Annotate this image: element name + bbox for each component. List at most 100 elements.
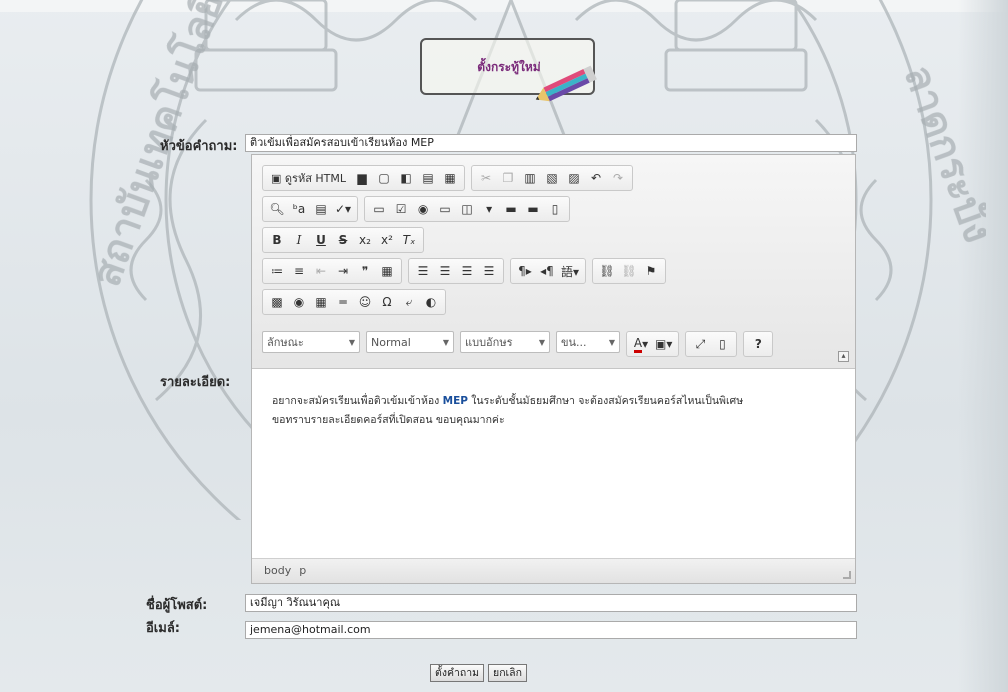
italic-icon[interactable]: I bbox=[289, 230, 309, 250]
chevron-down-icon: ▼ bbox=[538, 337, 545, 347]
content-text: อยากจะสมัครเรียนเพื่อติวเข้มเข้าห้อง bbox=[272, 395, 443, 407]
indent-icon[interactable]: ⇥ bbox=[333, 261, 353, 281]
table-icon[interactable]: ▦ bbox=[311, 292, 331, 312]
align-center-icon[interactable]: ☰ bbox=[435, 261, 455, 281]
right-shadow bbox=[958, 0, 1008, 692]
top-strip bbox=[0, 0, 1008, 12]
subject-label: หัวข้อคำถาม: bbox=[160, 139, 238, 154]
form-icon[interactable]: ▭ bbox=[369, 199, 389, 219]
paste-icon[interactable]: ▥ bbox=[520, 168, 540, 188]
justify-icon[interactable]: ☰ bbox=[479, 261, 499, 281]
blockquote-icon[interactable]: ❞ bbox=[355, 261, 375, 281]
chevron-down-icon: ▼ bbox=[348, 337, 355, 347]
save-icon[interactable]: ▆ bbox=[352, 168, 372, 188]
link-icon[interactable]: ⛓ bbox=[597, 261, 617, 281]
help-button[interactable]: ? bbox=[748, 334, 768, 354]
find-icon[interactable]: 🔍︎ bbox=[267, 199, 287, 219]
chevron-down-icon: ▼ bbox=[442, 337, 449, 347]
align-right-icon[interactable]: ☰ bbox=[457, 261, 477, 281]
radio-icon[interactable]: ◉ bbox=[413, 199, 433, 219]
format-select-value: Normal bbox=[371, 335, 411, 349]
style-select[interactable]: ลักษณะ ▼ bbox=[262, 331, 360, 353]
remove-format-icon[interactable]: Tₓ bbox=[399, 230, 419, 250]
unlink-icon[interactable]: ⛓ bbox=[619, 261, 639, 281]
templates-icon[interactable]: ▦ bbox=[440, 168, 460, 188]
horizontal-rule-icon[interactable]: ═ bbox=[333, 292, 353, 312]
font-select-value: แบบอักษร bbox=[465, 336, 513, 349]
bg-color-icon[interactable]: ▣▾ bbox=[653, 334, 674, 354]
select-all-icon[interactable]: ▤ bbox=[311, 199, 331, 219]
new-page-icon[interactable]: ▢ bbox=[374, 168, 394, 188]
paste-text-icon[interactable]: ▧ bbox=[542, 168, 562, 188]
path-body[interactable]: body bbox=[264, 564, 291, 578]
bulleted-list-icon[interactable]: ≡ bbox=[289, 261, 309, 281]
div-icon[interactable]: ▦ bbox=[377, 261, 397, 281]
language-icon[interactable]: 語▾ bbox=[559, 261, 581, 281]
content-text: ในระดับชั้นมัธยมศึกษา จะต้องสมัครเรียนคอ… bbox=[467, 395, 744, 407]
anchor-icon[interactable]: ⚑ bbox=[641, 261, 661, 281]
redo-icon[interactable]: ↷ bbox=[608, 168, 628, 188]
image-icon[interactable]: ▩ bbox=[267, 292, 287, 312]
copy-icon[interactable]: ❐ bbox=[498, 168, 518, 188]
cancel-button[interactable]: ยกเลิก bbox=[488, 664, 527, 682]
iframe-icon[interactable]: ◐ bbox=[421, 292, 441, 312]
email-input[interactable]: jemena@hotmail.com bbox=[245, 621, 857, 639]
bold-icon[interactable]: B bbox=[267, 230, 287, 250]
select-field-icon[interactable]: ▾ bbox=[479, 199, 499, 219]
content-line-1: อยากจะสมัครเรียนเพื่อติวเข้มเข้าห้อง MEP… bbox=[272, 392, 835, 411]
resize-handle-icon[interactable] bbox=[843, 571, 851, 579]
spellcheck-icon[interactable]: ✓▾ bbox=[333, 199, 353, 219]
undo-icon[interactable]: ↶ bbox=[586, 168, 606, 188]
preview-icon[interactable]: ◧ bbox=[396, 168, 416, 188]
hidden-field-icon[interactable]: ▯ bbox=[545, 199, 565, 219]
superscript-icon[interactable]: x² bbox=[377, 230, 397, 250]
editor-toolbar: ▣ ดูรหัส HTML ▆ ▢ ◧ ▤ ▦ ✂ ❐ ▥ ▧ ▨ ↶ ↷ 🔍︎ bbox=[252, 155, 855, 369]
page-break-icon[interactable]: ⤶ bbox=[399, 292, 419, 312]
print-icon[interactable]: ▤ bbox=[418, 168, 438, 188]
cut-icon[interactable]: ✂ bbox=[476, 168, 496, 188]
collapse-toolbar-icon[interactable]: ▴ bbox=[838, 351, 849, 362]
poster-input[interactable]: เจมีญา วิรัณนาคุณ bbox=[245, 594, 857, 612]
button-field-icon[interactable]: ▬ bbox=[501, 199, 521, 219]
textfield-icon[interactable]: ▭ bbox=[435, 199, 455, 219]
image-button-icon[interactable]: ▬ bbox=[523, 199, 543, 219]
submit-button[interactable]: ตั้งคำถาม bbox=[430, 664, 485, 682]
checkbox-icon[interactable]: ☑ bbox=[391, 199, 411, 219]
rtl-icon[interactable]: ◂¶ bbox=[537, 261, 557, 281]
textarea-icon[interactable]: ◫ bbox=[457, 199, 477, 219]
flash-icon[interactable]: ◉ bbox=[289, 292, 309, 312]
align-left-icon[interactable]: ☰ bbox=[413, 261, 433, 281]
font-select[interactable]: แบบอักษร ▼ bbox=[460, 331, 550, 353]
form-buttons: ตั้งคำถาม ยกเลิก bbox=[430, 664, 527, 682]
editor-content[interactable]: อยากจะสมัครเรียนเพื่อติวเข้มเข้าห้อง MEP… bbox=[252, 370, 855, 558]
special-char-icon[interactable]: Ω bbox=[377, 292, 397, 312]
content-line-2: ขอทราบรายละเอียดคอร์สที่เปิดสอน ขอบคุณมา… bbox=[272, 414, 505, 426]
show-blocks-icon[interactable]: ▯ bbox=[712, 334, 732, 354]
ltr-icon[interactable]: ¶▸ bbox=[515, 261, 535, 281]
chevron-down-icon: ▼ bbox=[608, 337, 615, 347]
paste-word-icon[interactable]: ▨ bbox=[564, 168, 584, 188]
source-icon: ▣ bbox=[271, 171, 285, 185]
source-label: ดูรหัส HTML bbox=[284, 172, 347, 185]
path-p[interactable]: p bbox=[299, 564, 306, 578]
source-button[interactable]: ▣ ดูรหัส HTML bbox=[267, 168, 350, 188]
email-label: อีเมล์: bbox=[146, 621, 180, 636]
subscript-icon[interactable]: x₂ bbox=[355, 230, 375, 250]
underline-icon[interactable]: U bbox=[311, 230, 331, 250]
maximize-icon[interactable]: ⤢ bbox=[690, 334, 710, 354]
subject-input[interactable]: ติวเข้มเพื่อสมัครสอบเข้าเรียนห้อง MEP bbox=[245, 134, 857, 152]
size-select[interactable]: ขน... ▼ bbox=[556, 331, 620, 353]
outdent-icon[interactable]: ⇤ bbox=[311, 261, 331, 281]
text-color-icon[interactable]: A ▾ bbox=[631, 334, 651, 354]
replace-icon[interactable]: ᵇa bbox=[289, 199, 309, 219]
pencil-icon bbox=[535, 65, 597, 102]
strike-icon[interactable]: S bbox=[333, 230, 353, 250]
detail-label: รายละเอียด: bbox=[160, 375, 231, 390]
rich-text-editor: ▣ ดูรหัส HTML ▆ ▢ ◧ ▤ ▦ ✂ ❐ ▥ ▧ ▨ ↶ ↷ 🔍︎ bbox=[251, 154, 856, 584]
new-topic-logo: ตั้งกระทู้ใหม่ bbox=[420, 38, 597, 102]
size-select-value: ขน... bbox=[561, 336, 587, 349]
content-highlight: MEP bbox=[442, 395, 468, 407]
smiley-icon[interactable]: ☺ bbox=[355, 292, 375, 312]
format-select[interactable]: Normal ▼ bbox=[366, 331, 454, 353]
numbered-list-icon[interactable]: ≔ bbox=[267, 261, 287, 281]
